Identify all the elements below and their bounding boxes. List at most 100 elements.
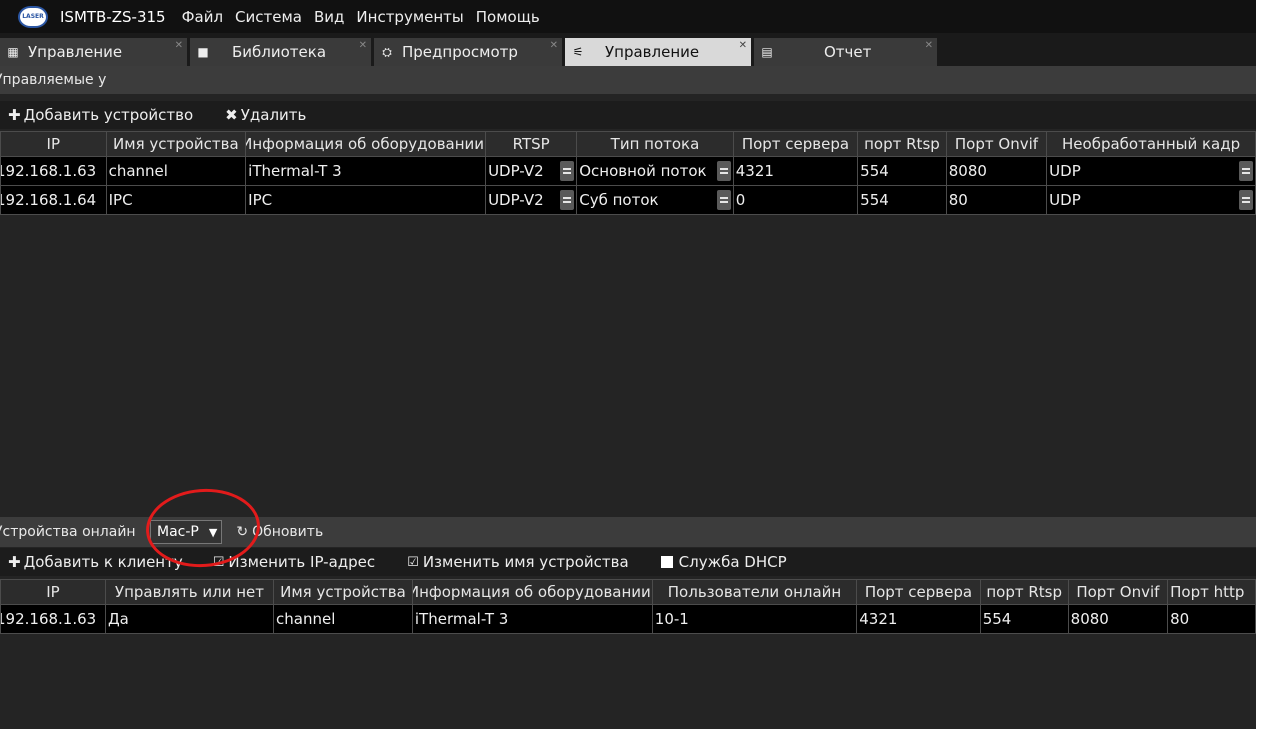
- spinner-icon[interactable]: [716, 161, 731, 181]
- table-row[interactable]: 192.168.1.63 Да channel iThermal-T 3 10-…: [0, 604, 1256, 634]
- report-icon: ▤: [761, 45, 773, 59]
- col-hardware-info[interactable]: Информация об оборудовании: [245, 131, 487, 157]
- change-name-button[interactable]: ☑ Изменить имя устройства: [407, 553, 628, 571]
- online-devices-header: Устройства онлайн Mac-P ▼ ↻ Обновить: [0, 517, 1256, 547]
- change-ip-button[interactable]: ☑ Изменить IP-адрес: [213, 553, 375, 571]
- cell-device-name: channel: [273, 604, 413, 634]
- col-onvif-port[interactable]: Порт Onvif: [1067, 579, 1169, 605]
- plus-icon: ✚: [8, 553, 21, 571]
- managed-devices-table: IP Имя устройства Информация об оборудов…: [0, 131, 1256, 215]
- rtsp-select[interactable]: UDP-V2: [485, 185, 578, 215]
- app-title: ISMTB-ZS-315: [60, 7, 166, 26]
- cell-ip: 192.168.1.63: [0, 604, 106, 634]
- col-ip[interactable]: IP: [0, 131, 107, 157]
- checkbox-icon[interactable]: [660, 556, 673, 568]
- spinner-icon[interactable]: [716, 190, 731, 210]
- tab-preview[interactable]: ⛭ Предпросмотр ✕: [374, 38, 562, 66]
- close-icon[interactable]: ✕: [550, 40, 558, 51]
- col-stream-type[interactable]: Тип потока: [576, 131, 734, 157]
- menu-tools[interactable]: Инструменты: [350, 8, 469, 26]
- cell-http-port: 80: [1167, 604, 1256, 634]
- col-rtsp[interactable]: RTSP: [485, 131, 578, 157]
- refresh-button[interactable]: ↻ Обновить: [236, 524, 323, 540]
- spinner-icon[interactable]: [1239, 190, 1253, 210]
- dhcp-service-button[interactable]: Служба DHCP: [660, 553, 787, 571]
- tab-label: Управление: [605, 43, 700, 61]
- close-icon[interactable]: ✕: [925, 40, 933, 51]
- cell-ip: 192.168.1.63: [0, 156, 107, 186]
- col-device-name[interactable]: Имя устройства: [273, 579, 413, 605]
- add-to-client-button[interactable]: ✚ Добавить к клиенту: [8, 553, 183, 571]
- col-managed[interactable]: Управлять или нет: [104, 579, 275, 605]
- app-window: LASER ISMTB-ZS-315 Файл Система Вид Инст…: [0, 0, 1256, 729]
- cell-hardware-info: IPC: [245, 185, 487, 215]
- menu-system[interactable]: Система: [229, 8, 308, 26]
- grid-icon: ▦: [7, 45, 19, 59]
- col-server-port[interactable]: Порт сервера: [856, 579, 981, 605]
- refresh-icon: ↻: [236, 524, 249, 540]
- close-icon[interactable]: ✕: [739, 40, 747, 51]
- cell-server-port[interactable]: 4321: [732, 156, 859, 186]
- online-toolbar: ✚ Добавить к клиенту ☑ Изменить IP-адрес…: [0, 548, 1256, 576]
- title-bar: LASER ISMTB-ZS-315 Файл Система Вид Инст…: [0, 0, 1256, 33]
- menu-file[interactable]: Файл: [176, 8, 229, 26]
- spinner-icon[interactable]: [560, 190, 575, 210]
- table-header-row: IP Управлять или нет Имя устройства Инфо…: [0, 579, 1256, 605]
- laser-logo: LASER: [18, 5, 48, 28]
- tab-management-1[interactable]: ▦ Управление ✕: [0, 38, 187, 66]
- raw-frame-select[interactable]: UDP: [1046, 156, 1256, 186]
- stream-type-select[interactable]: Суб поток: [576, 185, 734, 215]
- cell-rtsp-port[interactable]: 554: [857, 156, 947, 186]
- close-icon[interactable]: ✕: [359, 40, 367, 51]
- menu-help[interactable]: Помощь: [470, 8, 546, 26]
- edit-icon: ☑: [407, 554, 419, 570]
- x-icon: ✖: [225, 106, 238, 124]
- col-onvif-port[interactable]: Порт Onvif: [945, 131, 1048, 157]
- tab-report[interactable]: ▤ Отчет ✕: [754, 38, 937, 66]
- cell-hardware-info: iThermal-T 3: [411, 604, 653, 634]
- cell-online-users: 10-1: [651, 604, 858, 634]
- cell-managed: Да: [104, 604, 275, 634]
- menu-bar: Файл Система Вид Инструменты Помощь: [176, 8, 546, 26]
- online-devices-table: IP Управлять или нет Имя устройства Инфо…: [0, 579, 1256, 634]
- delete-button[interactable]: ✖ Удалить: [225, 106, 306, 124]
- device-filter-dropdown[interactable]: Mac-P ▼: [150, 520, 223, 544]
- tab-label: Библиотека: [232, 43, 327, 61]
- spinner-icon[interactable]: [1239, 161, 1253, 181]
- cell-onvif-port[interactable]: 8080: [945, 156, 1048, 186]
- col-rtsp-port[interactable]: порт Rtsp: [979, 579, 1069, 605]
- cell-device-name: IPC: [105, 185, 247, 215]
- edit-icon: ☑: [212, 554, 225, 570]
- col-hardware-info[interactable]: Информация об оборудовании: [411, 579, 653, 605]
- col-ip[interactable]: IP: [0, 579, 106, 605]
- close-icon[interactable]: ✕: [175, 40, 183, 51]
- cell-onvif-port: 8080: [1067, 604, 1169, 634]
- cell-ip: 192.168.1.64: [0, 185, 107, 215]
- tab-library[interactable]: ■ Библиотека ✕: [190, 38, 371, 66]
- table-row[interactable]: 192.168.1.64 IPC IPC UDP-V2 Суб поток 0 …: [0, 185, 1256, 215]
- add-device-button[interactable]: ✚ Добавить устройство: [8, 106, 193, 124]
- table-row[interactable]: 192.168.1.63 channel iThermal-T 3 UDP-V2…: [0, 156, 1256, 186]
- rtsp-select[interactable]: UDP-V2: [485, 156, 578, 186]
- managed-devices-header: Управляемые у: [0, 66, 1256, 94]
- col-device-name[interactable]: Имя устройства: [105, 131, 247, 157]
- cell-rtsp-port: 554: [979, 604, 1069, 634]
- col-online-users[interactable]: Пользователи онлайн: [651, 579, 858, 605]
- cell-rtsp-port[interactable]: 554: [857, 185, 947, 215]
- menu-view[interactable]: Вид: [308, 8, 350, 26]
- cell-server-port[interactable]: 0: [732, 185, 859, 215]
- col-rtsp-port[interactable]: порт Rtsp: [857, 131, 947, 157]
- raw-frame-select[interactable]: UDP: [1046, 185, 1256, 215]
- col-raw-frame[interactable]: Необработанный кадр: [1046, 131, 1256, 157]
- col-http-port[interactable]: Порт http: [1167, 579, 1256, 605]
- stream-type-select[interactable]: Основной поток: [576, 156, 734, 186]
- spinner-icon[interactable]: [560, 161, 575, 181]
- satellite-icon: ⚟: [572, 45, 584, 59]
- cell-onvif-port[interactable]: 80: [945, 185, 1048, 215]
- tab-label: Предпросмотр: [402, 43, 518, 61]
- table-header-row: IP Имя устройства Информация об оборудов…: [0, 131, 1256, 157]
- plus-icon: ✚: [8, 106, 21, 124]
- camera-icon: ⛭: [382, 44, 392, 59]
- tab-management-2[interactable]: ⚟ Управление ✕: [565, 38, 751, 66]
- col-server-port[interactable]: Порт сервера: [732, 131, 859, 157]
